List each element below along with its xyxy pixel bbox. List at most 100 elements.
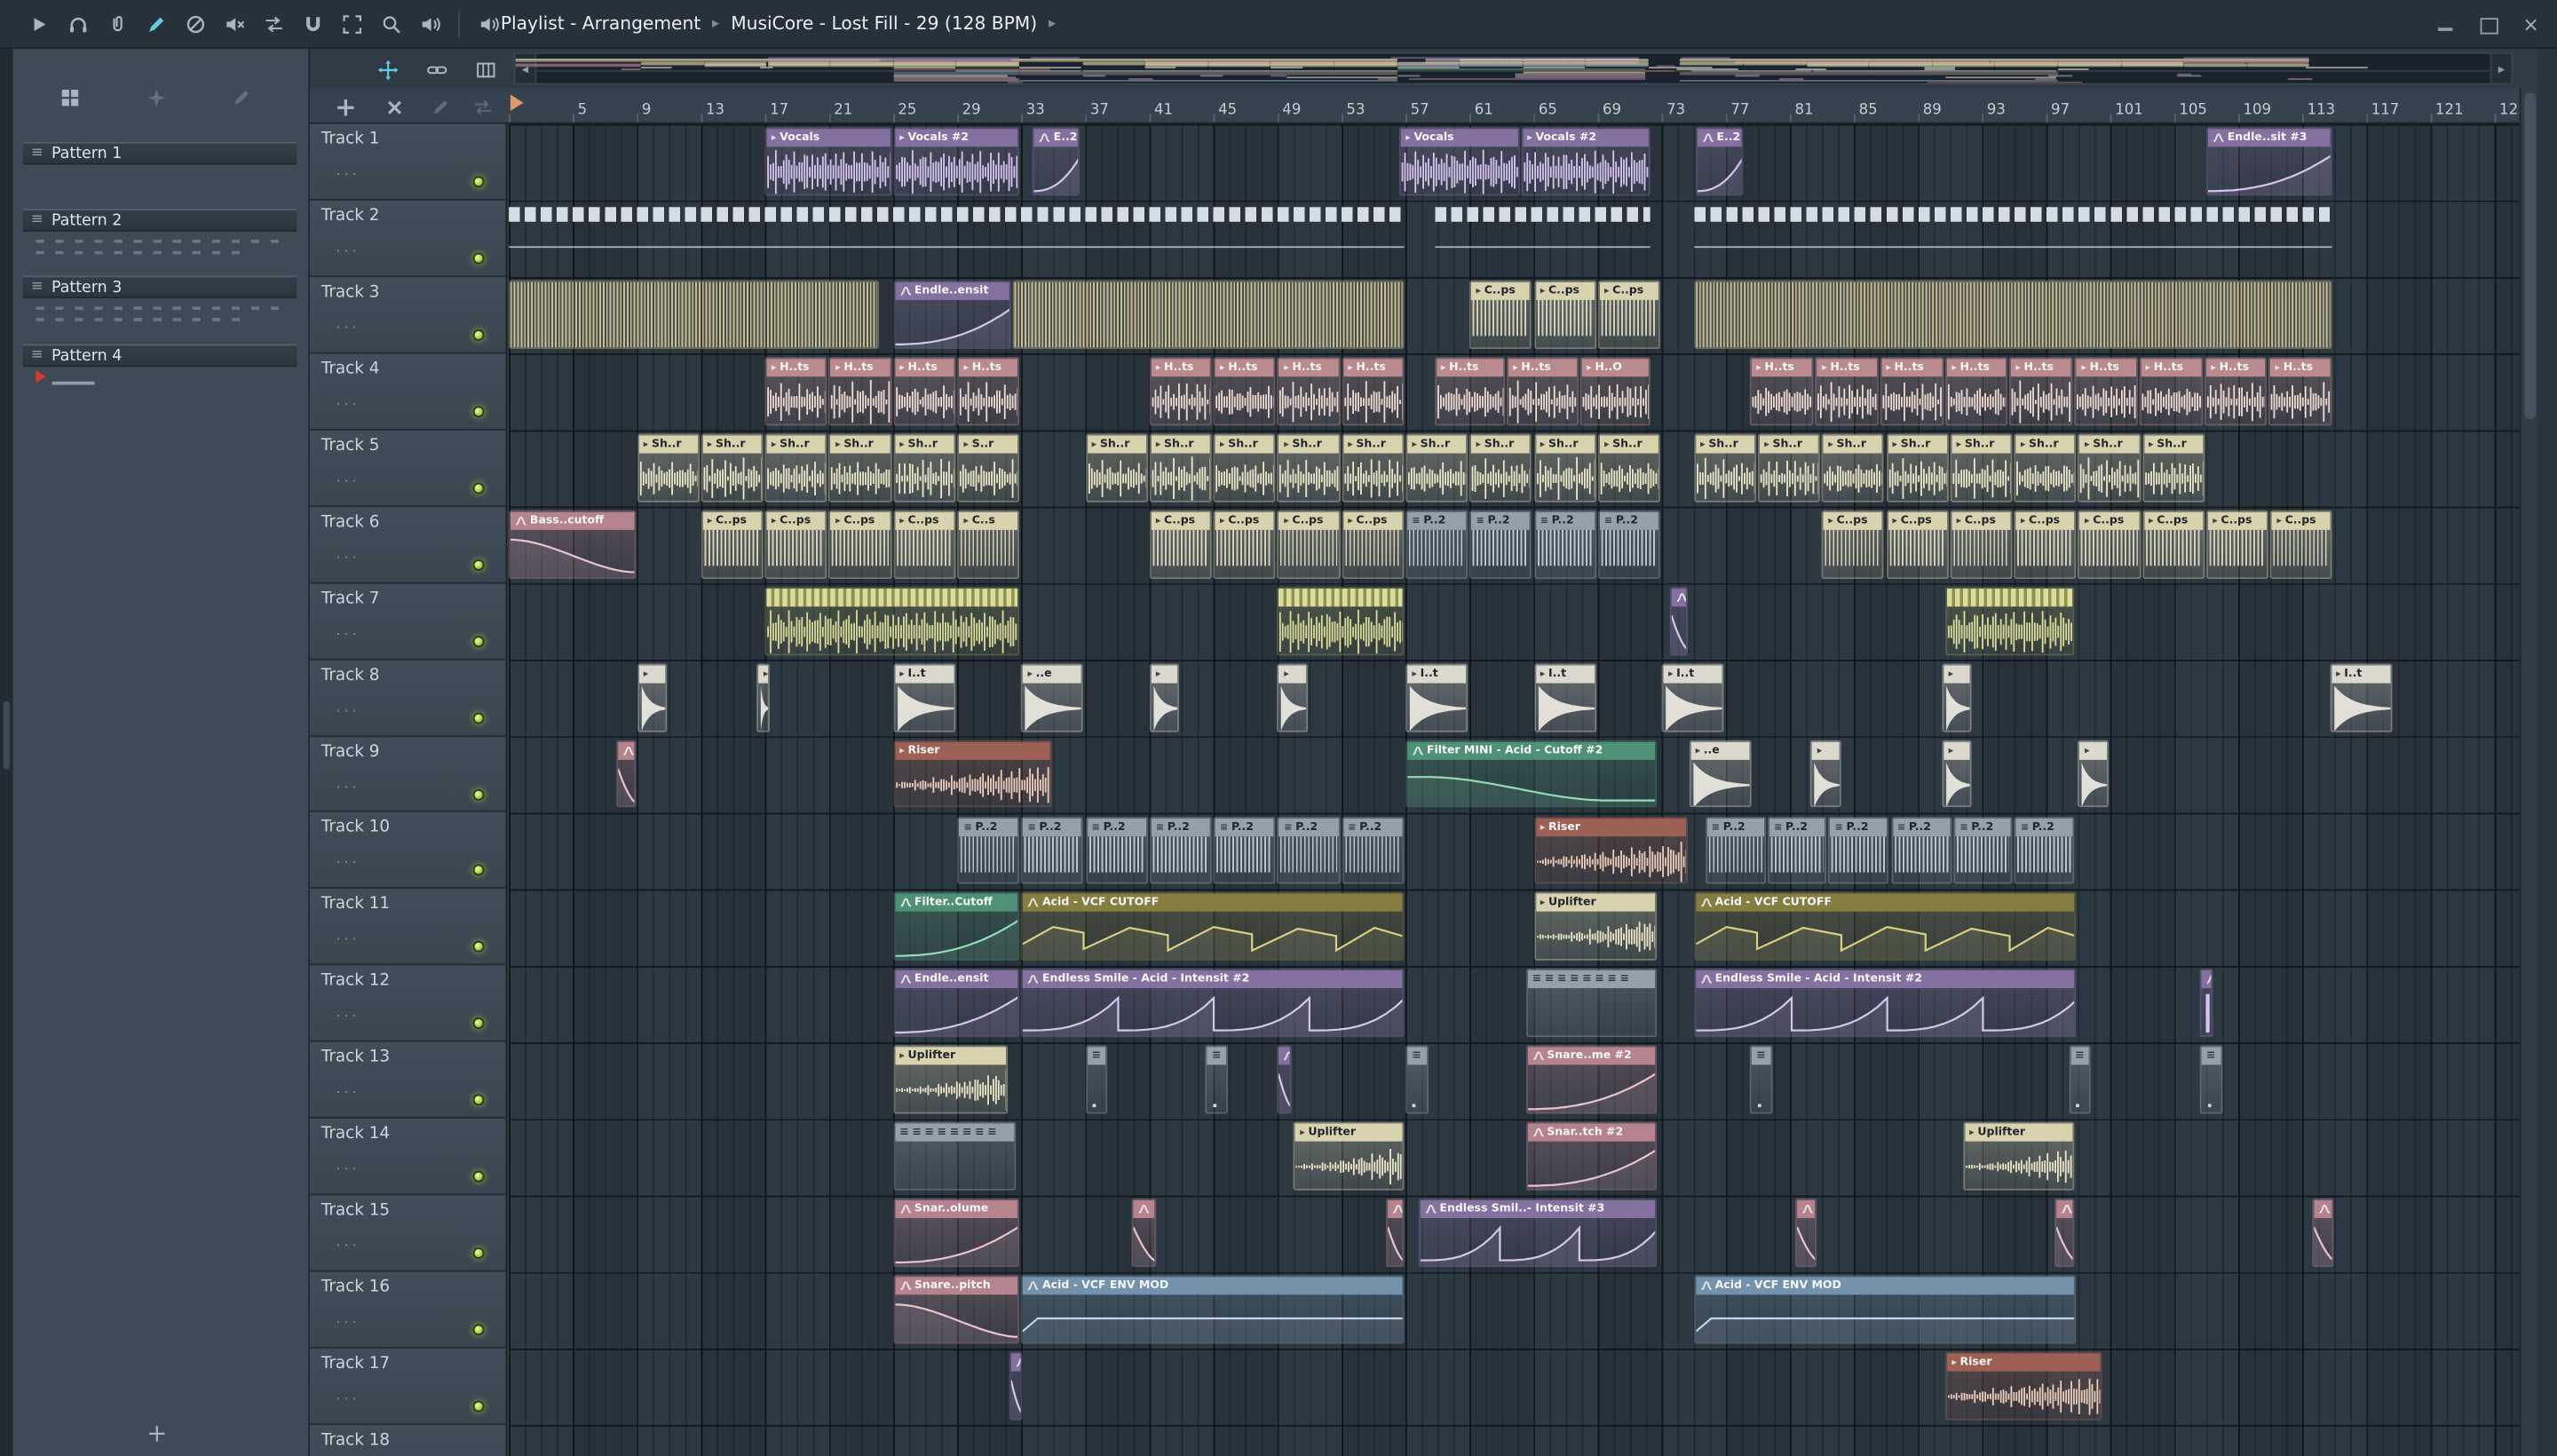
e-2-clip[interactable]: E..2	[1032, 127, 1081, 196]
hit-clip[interactable]: ▸	[1810, 739, 1841, 808]
sh-r-clip[interactable]: ▸ Sh..r	[1149, 433, 1212, 502]
mini-clip[interactable]: ≡	[1405, 1045, 1429, 1114]
auto-clip[interactable]	[1669, 586, 1688, 655]
track-options-dots[interactable]: ···	[336, 398, 360, 414]
p-2-clip[interactable]: ≡ P..2	[1828, 816, 1889, 885]
pencil-icon[interactable]	[228, 85, 253, 110]
sh-r-clip[interactable]: ▸ Sh..r	[701, 433, 764, 502]
vertical-scrollbar-handle[interactable]	[2524, 92, 2537, 420]
h-ts-clip[interactable]: ▸ H..ts	[2268, 356, 2333, 425]
p-2-clip[interactable]: ≡ P..2	[1767, 816, 1827, 885]
vocals-2-clip[interactable]: ▸ Vocals #2	[1520, 127, 1651, 196]
sh-r-clip[interactable]: ▸ Sh..r	[892, 433, 956, 502]
endle-ensit-clip[interactable]: Endle..ensit	[892, 280, 1012, 349]
mini-clip[interactable]: ≡	[1205, 1045, 1228, 1114]
track-header-8[interactable]: Track 8 ···	[309, 660, 506, 737]
filter-mini-acid-cutoff-2-clip[interactable]: Filter MINI - Acid - Cutoff #2	[1405, 739, 1658, 808]
track-mute-led[interactable]	[472, 328, 485, 341]
c-ps-clip[interactable]: ▸ C..ps	[1341, 510, 1405, 579]
track-mute-led[interactable]	[472, 941, 485, 954]
playlist-grid[interactable]: ▸ Vocals ▸ Vocals #2 E..2 ▸ Vocals ▸ Vocals #2 E.…	[509, 123, 2520, 1456]
i-t-clip[interactable]: ▸ I..t	[2329, 662, 2393, 732]
track-mute-led[interactable]	[472, 176, 485, 188]
p-2-clip[interactable]: ≡ P..2	[957, 816, 1020, 885]
e-clip[interactable]: ▸ ..e	[1689, 739, 1752, 808]
track-options-dots[interactable]: ···	[336, 1239, 360, 1255]
track-mute-led[interactable]	[472, 1017, 485, 1030]
zoom-icon[interactable]	[378, 12, 403, 36]
e-clip[interactable]: ▸ ..e	[1021, 662, 1084, 732]
stripes-clip[interactable]	[1013, 280, 1405, 349]
h-ts-clip[interactable]: ▸ H..ts	[1434, 356, 1505, 425]
h-ts-clip[interactable]: ▸ H..ts	[1944, 356, 2008, 425]
track-header-12[interactable]: Track 12 ···	[309, 965, 506, 1043]
sh-r-clip[interactable]: ▸ Sh..r	[1693, 433, 1757, 502]
sh-r-clip[interactable]: ▸ Sh..r	[828, 433, 892, 502]
track-header-4[interactable]: Track 4 ···	[309, 353, 506, 431]
track-mute-led[interactable]	[472, 1094, 485, 1106]
timeline-ruler[interactable]: 5 9 13 17 21 25 29 33 37 41 45 49 53 57 61 65 69 73 77 81 85…	[509, 88, 2520, 124]
uplifter-clip[interactable]: ▸ Uplifter	[1293, 1121, 1405, 1191]
acid-vcf-cutoff-clip[interactable]: Acid - VCF CUTOFF	[1693, 892, 2077, 961]
vocals-clip[interactable]: ▸ Vocals	[1398, 127, 1520, 196]
track-header-17[interactable]: Track 17 ···	[309, 1349, 506, 1426]
sh-r-clip[interactable]: ▸ Sh..r	[1469, 433, 1532, 502]
track-mute-led[interactable]	[472, 788, 485, 800]
track-header-9[interactable]: Track 9 ···	[309, 736, 506, 813]
endle-ensit-clip[interactable]: Endle..ensit	[892, 969, 1020, 1038]
track-options-dots[interactable]: ···	[336, 1393, 360, 1409]
pataudio-clip[interactable]	[764, 586, 1020, 655]
c-ps-clip[interactable]: ▸ C..ps	[1821, 510, 1885, 579]
hit-clip[interactable]: ▸	[637, 662, 668, 732]
c-ps-clip[interactable]: ▸ C..ps	[1533, 280, 1596, 349]
h-ts-clip[interactable]: ▸ H..ts	[1149, 356, 1212, 425]
auto-clip[interactable]	[2311, 1199, 2335, 1268]
p-2-clip[interactable]: ≡ P..2	[1085, 816, 1148, 885]
c-ps-clip[interactable]: ▸ C..ps	[764, 510, 827, 579]
hit-clip[interactable]: ▸	[1149, 662, 1180, 732]
c-ps-clip[interactable]: ▸ C..ps	[2014, 510, 2077, 579]
track-options-dots[interactable]: ···	[336, 1316, 360, 1332]
fullscreen-icon[interactable]	[339, 12, 364, 36]
h-ts-clip[interactable]: ▸ H..ts	[1277, 356, 1341, 425]
h-ts-clip[interactable]: ▸ H..ts	[957, 356, 1020, 425]
riser-clip[interactable]: ▸ Riser	[1944, 1351, 2102, 1420]
arrows-icon[interactable]	[261, 12, 286, 36]
track-mute-led[interactable]	[472, 1171, 485, 1183]
pataudio-clip[interactable]	[1277, 586, 1405, 655]
c-ps-clip[interactable]: ▸ C..ps	[701, 510, 764, 579]
hit-clip[interactable]: ▸	[1942, 662, 1973, 732]
pataudio-clip[interactable]	[1944, 586, 2075, 655]
sh-r-clip[interactable]: ▸ Sh..r	[1213, 433, 1277, 502]
track-header-5[interactable]: Track 5 ···	[309, 430, 506, 507]
no-entry-icon[interactable]	[183, 12, 208, 36]
track-header-1[interactable]: Track 1 ···	[309, 123, 506, 201]
track-options-dots[interactable]: ···	[336, 780, 360, 796]
p-2-clip[interactable]: ≡ P..2	[1405, 510, 1468, 579]
track-options-dots[interactable]: ···	[336, 857, 360, 873]
c-ps-clip[interactable]: ▸ C..ps	[1277, 510, 1341, 579]
p-2-clip[interactable]: ≡ P..2	[1277, 816, 1341, 885]
c-ps-clip[interactable]: ▸ C..ps	[1213, 510, 1277, 579]
i-t-clip[interactable]: ▸ I..t	[892, 662, 956, 732]
auto-clip[interactable]	[2054, 1199, 2075, 1268]
draw-icon[interactable]	[144, 12, 169, 36]
sh-r-clip[interactable]: ▸ Sh..r	[1757, 433, 1821, 502]
track-mute-led[interactable]	[472, 482, 485, 495]
sh-r-clip[interactable]: ▸ Sh..r	[1533, 433, 1596, 502]
c-ps-clip[interactable]: ▸ C..ps	[2205, 510, 2269, 579]
track-options-dots[interactable]: ···	[336, 933, 360, 949]
paperclip-icon[interactable]	[105, 12, 130, 36]
h-ts-clip[interactable]: ▸ H..ts	[2205, 356, 2268, 425]
sh-r-clip[interactable]: ▸ Sh..r	[1821, 433, 1885, 502]
auto-clip[interactable]	[1131, 1199, 1156, 1268]
p-2-clip[interactable]: ≡ P..2	[1469, 510, 1532, 579]
link-icon[interactable]	[424, 57, 449, 82]
track-header-7[interactable]: Track 7 ···	[309, 582, 506, 661]
endless-smile-acid-intensit-2-clip[interactable]: Endless Smile - Acid - Intensit #2	[1021, 969, 1405, 1038]
riser-clip[interactable]: ▸ Riser	[892, 739, 1052, 808]
scroll-right-arrow[interactable]: ▸	[2490, 53, 2512, 83]
h-ts-clip[interactable]: ▸ H..ts	[828, 356, 892, 425]
track-options-dots[interactable]: ···	[336, 474, 360, 490]
auto-clip[interactable]	[2199, 969, 2213, 1038]
